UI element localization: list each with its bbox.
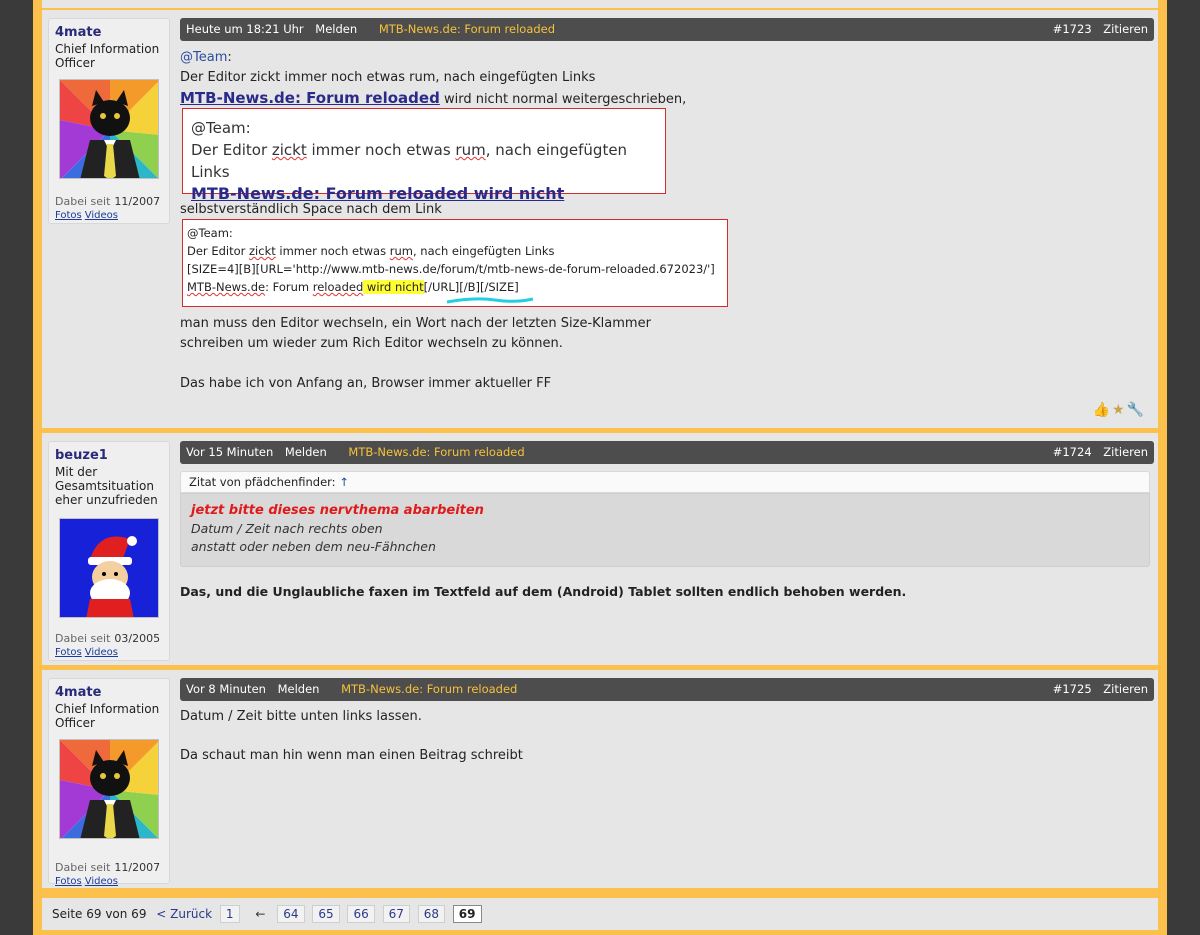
post-number[interactable]: #1723 bbox=[1053, 22, 1092, 36]
page-link-first[interactable]: 1 bbox=[219, 905, 240, 923]
photos-link[interactable]: Fotos bbox=[55, 876, 82, 887]
post-time: Vor 8 Minuten bbox=[186, 682, 266, 696]
member-since: Dabei seit 11/2007 bbox=[55, 861, 161, 874]
page-link[interactable]: 65 bbox=[312, 905, 340, 923]
username[interactable]: 4mate bbox=[55, 685, 163, 700]
business-cat-avatar-icon bbox=[60, 80, 158, 178]
page-link[interactable]: 64 bbox=[277, 905, 305, 923]
star-icon[interactable]: ★ bbox=[1112, 402, 1127, 418]
pager-ellipsis-icon[interactable]: ← bbox=[255, 907, 265, 921]
text-line: Der Editor zickt immer noch etwas rum, n… bbox=[180, 70, 596, 85]
santa-avatar-icon bbox=[60, 519, 158, 617]
avatar[interactable] bbox=[59, 518, 159, 618]
post-header-bar: Vor 8 Minuten Melden MTB-News.de: Forum … bbox=[180, 678, 1154, 701]
page-link[interactable]: 67 bbox=[382, 905, 410, 923]
thread-link[interactable]: MTB-News.de: Forum reloaded bbox=[379, 22, 555, 36]
user-title: Chief Information Officer bbox=[55, 42, 160, 70]
post-actions: 👍★🔧 bbox=[1093, 402, 1146, 418]
post-content: @Team: Der Editor zickt immer noch etwas… bbox=[180, 48, 1150, 112]
post-1725: 4mate Chief Information Officer Dabei se… bbox=[42, 670, 1158, 888]
user-info: 4mate Chief Information Officer Dabei se… bbox=[48, 18, 170, 224]
user-info: 4mate Chief Information Officer Dabei se… bbox=[48, 678, 170, 887]
photos-link[interactable]: Fotos bbox=[55, 210, 82, 221]
prev-page-link[interactable]: < Zurück bbox=[156, 907, 212, 921]
avatar[interactable] bbox=[59, 79, 159, 179]
user-info: beuze1 Mit der Gesamtsituation eher unzu… bbox=[48, 441, 170, 661]
page-link[interactable]: 68 bbox=[417, 905, 445, 923]
thread-link-inline[interactable]: MTB-News.de: Forum reloaded bbox=[180, 89, 440, 107]
post-content: Datum / Zeit bitte unten links lassen. D… bbox=[180, 709, 523, 763]
post-time: Vor 15 Minuten bbox=[186, 445, 274, 459]
user-links: Fotos Videos bbox=[55, 876, 121, 887]
photos-link[interactable]: Fotos bbox=[55, 647, 82, 658]
member-since: Dabei seit 03/2005 bbox=[55, 632, 161, 645]
user-title: Mit der Gesamtsituation eher unzufrieden bbox=[55, 465, 158, 507]
user-links: Fotos Videos bbox=[55, 210, 121, 221]
quote-source-link[interactable]: ↑ bbox=[339, 475, 349, 489]
pagination: Seite 69 von 69 < Zurück 1 ← 64 65 66 67… bbox=[42, 898, 1158, 930]
post-header-bar: Vor 15 Minuten Melden MTB-News.de: Forum… bbox=[180, 441, 1154, 464]
cyan-marker-icon bbox=[446, 297, 534, 304]
quote-header: Zitat von pfädchenfinder: ↑ bbox=[180, 471, 1150, 493]
quote-body: jetzt bitte dieses nervthema abarbeiten … bbox=[180, 493, 1150, 567]
report-link[interactable]: Melden bbox=[315, 22, 357, 36]
business-cat-avatar-icon bbox=[60, 740, 158, 838]
member-since: Dabei seit 11/2007 bbox=[55, 195, 161, 208]
post-content: Das, und die Unglaubliche faxen im Textf… bbox=[180, 584, 907, 599]
post-1724: beuze1 Mit der Gesamtsituation eher unzu… bbox=[42, 433, 1158, 665]
user-title: Chief Information Officer bbox=[55, 702, 160, 730]
post-time: Heute um 18:21 Uhr bbox=[186, 22, 304, 36]
current-page: 69 bbox=[452, 905, 482, 923]
quote-button[interactable]: Zitieren bbox=[1103, 682, 1148, 696]
quote-button[interactable]: Zitieren bbox=[1103, 22, 1148, 36]
username[interactable]: beuze1 bbox=[55, 448, 163, 463]
screenshot-rich-editor: @Team: Der Editor zickt immer noch etwas… bbox=[182, 108, 666, 203]
thread-link[interactable]: MTB-News.de: Forum reloaded bbox=[341, 682, 517, 696]
post-text-tail: man muss den Editor wechseln, ein Wort n… bbox=[180, 316, 651, 391]
post-number[interactable]: #1725 bbox=[1053, 682, 1092, 696]
thumbs-up-icon[interactable]: 👍 bbox=[1093, 402, 1112, 418]
page-label: Seite 69 von 69 bbox=[52, 907, 147, 921]
videos-link[interactable]: Videos bbox=[85, 210, 118, 221]
report-link[interactable]: Melden bbox=[285, 445, 327, 459]
report-link[interactable]: Melden bbox=[278, 682, 320, 696]
text-line: selbstverständlich Space nach dem Link bbox=[180, 202, 442, 217]
videos-link[interactable]: Videos bbox=[85, 647, 118, 658]
page-link[interactable]: 66 bbox=[347, 905, 375, 923]
wrench-icon[interactable]: 🔧 bbox=[1127, 402, 1146, 418]
post-header-bar: Heute um 18:21 Uhr Melden MTB-News.de: F… bbox=[180, 18, 1154, 41]
post-1723: 4mate Chief Information Officer Dabei se… bbox=[42, 10, 1158, 428]
screenshot-source-editor: @Team: Der Editor zickt immer noch etwas… bbox=[182, 219, 728, 307]
mention[interactable]: @Team bbox=[180, 50, 227, 65]
username[interactable]: 4mate bbox=[55, 25, 163, 40]
quote-button[interactable]: Zitieren bbox=[1103, 445, 1148, 459]
previous-post-tail bbox=[42, 0, 1158, 8]
post-number[interactable]: #1724 bbox=[1053, 445, 1092, 459]
thread-link[interactable]: MTB-News.de: Forum reloaded bbox=[348, 445, 524, 459]
user-links: Fotos Videos bbox=[55, 647, 121, 658]
avatar[interactable] bbox=[59, 739, 159, 839]
videos-link[interactable]: Videos bbox=[85, 876, 118, 887]
